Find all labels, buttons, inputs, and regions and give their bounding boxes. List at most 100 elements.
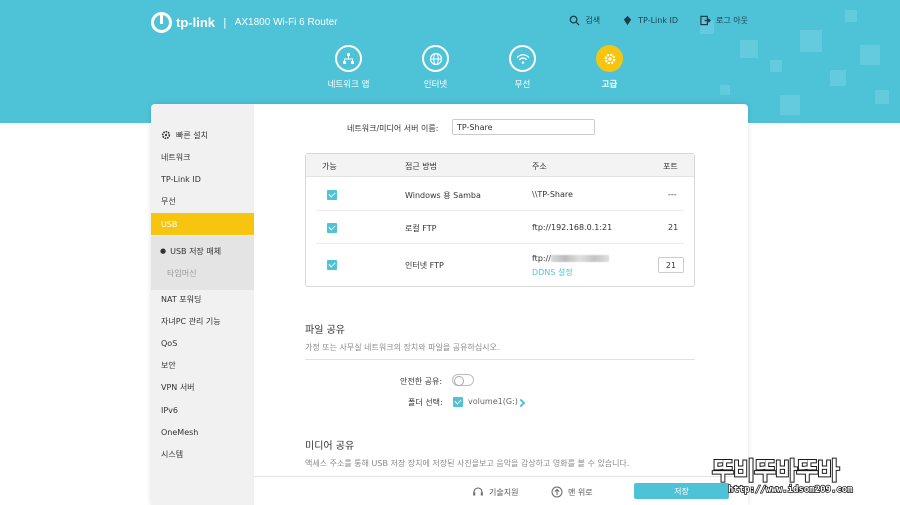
support-button[interactable]: 기술지원 [472, 486, 518, 498]
search-label: 검색 [585, 16, 601, 25]
sidebar-item-label: NAT 포워딩 [161, 294, 202, 304]
enable-checkbox[interactable] [327, 223, 337, 233]
globe-icon [422, 45, 449, 72]
access-address-row: ftp:// [532, 254, 609, 263]
tab-internet-label: 인터넷 [423, 80, 448, 90]
wifi-icon [509, 45, 536, 72]
sidebar-item-label: USB [161, 219, 178, 229]
sidebar-item-vpn-server[interactable]: VPN 서버 [151, 376, 254, 398]
table-row: 인터넷 FTP ftp:// DDNS 설정 21 [316, 244, 684, 284]
sidebar-item-usb[interactable]: USB [151, 213, 254, 235]
sidebar-item-label: IPv6 [161, 405, 179, 415]
brand-logo[interactable]: tp-link | AX1800 Wi-Fi 6 Router [151, 12, 338, 33]
sidebar-item-label: 보안 [161, 360, 176, 370]
sidebar-item-time-machine[interactable]: 타임머신 [151, 262, 254, 284]
sidebar: 빠른 설치 네트워크 TP-Link ID 무선 USB ● USB 저장 매체… [151, 104, 254, 505]
brand-separator: | [223, 16, 227, 29]
media-sharing-title: 미디어 공유 [305, 441, 355, 452]
access-address: ftp://192.168.0.1:21 [532, 223, 613, 232]
logout-button[interactable]: 로그 아웃 [700, 15, 748, 26]
sidebar-item-label: OneMesh [161, 427, 199, 437]
sidebar-item-label: 시스템 [161, 449, 184, 459]
tp-link-id-button[interactable]: TP-Link ID [622, 15, 678, 26]
column-header: 포트 [663, 162, 678, 171]
tab-network-map[interactable]: 네트워크 맵 [305, 45, 392, 90]
table-row: Windows 용 Samba \\TP-Share --- [316, 178, 684, 211]
sidebar-item-system[interactable]: 시스템 [151, 443, 254, 465]
enable-checkbox[interactable] [327, 190, 337, 200]
search-button[interactable]: 검색 [569, 15, 600, 26]
server-name-input[interactable]: TP-Share [452, 119, 595, 135]
folder-checkbox[interactable] [453, 397, 463, 407]
sidebar-item-wireless[interactable]: 무선 [151, 190, 254, 212]
table-header: 가능 접근 방법 주소 포트 [306, 154, 694, 177]
router-model: AX1800 Wi-Fi 6 Router [234, 17, 338, 28]
secure-sharing-label: 안전한 공유: [400, 377, 443, 386]
sidebar-item-security[interactable]: 보안 [151, 354, 254, 376]
sidebar-item-label: USB 저장 매체 [170, 246, 222, 256]
main-panel: 빠른 설치 네트워크 TP-Link ID 무선 USB ● USB 저장 매체… [151, 104, 748, 505]
access-table: 가능 접근 방법 주소 포트 Windows 용 Samba \\TP-Shar… [305, 153, 695, 287]
sidebar-item-label: TP-Link ID [161, 174, 201, 184]
file-sharing-desc: 가정 또는 사무실 네트워크의 장치와 파일을 공유하십시오. [305, 342, 695, 360]
tab-internet[interactable]: 인터넷 [392, 45, 479, 90]
redacted-address [550, 255, 609, 262]
tab-network-map-label: 네트워크 맵 [327, 80, 370, 90]
sidebar-item-onemesh[interactable]: OneMesh [151, 421, 254, 443]
media-sharing-desc: 액세스 주소를 통해 USB 저장 장치에 저장된 사진을보고 음악을 감상하고… [305, 459, 630, 468]
tab-advanced[interactable]: 고급 [566, 45, 653, 90]
enable-checkbox[interactable] [327, 260, 337, 270]
watermark: 뚜비뚜바뚜바 http://www.idsom209.com [711, 451, 900, 505]
access-method: 로컬 FTP [405, 224, 437, 233]
sidebar-item-label: 빠른 설치 [176, 130, 208, 140]
support-label: 기술지원 [489, 487, 519, 497]
sidebar-item-label: 자녀PC 관리 기능 [161, 316, 221, 326]
sidebar-item-ipv6[interactable]: IPv6 [151, 399, 254, 421]
sidebar-item-label: 네트워크 [161, 152, 191, 162]
folder-chevron-right-icon[interactable] [516, 398, 526, 408]
sidebar-item-tp-link-id[interactable]: TP-Link ID [151, 168, 254, 190]
sidebar-item-usb-storage[interactable]: ● USB 저장 매체 [151, 240, 254, 262]
access-method: 인터넷 FTP [405, 261, 444, 270]
internet-ftp-port-input[interactable]: 21 [658, 257, 684, 273]
sidebar-item-label: VPN 서버 [161, 382, 195, 392]
headset-icon [473, 487, 483, 496]
sidebar-item-parental-controls[interactable]: 자녀PC 관리 기능 [151, 310, 254, 332]
access-port: 21 [668, 223, 679, 232]
table-row: 로컬 FTP ftp://192.168.0.1:21 21 [316, 211, 684, 244]
network-map-icon [335, 45, 362, 72]
brand-name: tp-link [176, 15, 215, 30]
gear-icon [596, 45, 623, 72]
secure-sharing-toggle[interactable] [452, 374, 474, 386]
access-method: Windows 용 Samba [405, 191, 481, 200]
folder-select-label: 폴더 선택: [408, 398, 443, 407]
sidebar-item-label: QoS [161, 338, 178, 348]
access-port: --- [668, 190, 677, 199]
sidebar-item-qos[interactable]: QoS [151, 332, 254, 354]
column-header: 주소 [532, 162, 547, 171]
ddns-settings-link[interactable]: DDNS 설정 [532, 267, 573, 278]
sidebar-item-label: 무선 [161, 196, 176, 206]
folder-value: volume1(G:) [468, 397, 518, 406]
logout-label: 로그 아웃 [716, 16, 748, 25]
sidebar-item-label: 타임머신 [167, 268, 197, 278]
tp-link-logo-icon [151, 12, 172, 33]
user-id-icon [623, 15, 632, 26]
column-header: 가능 [322, 162, 337, 171]
main-nav: 네트워크 맵 인터넷 무선 고급 [305, 45, 653, 90]
file-sharing-title: 파일 공유 [305, 325, 345, 336]
active-bullet-icon: ● [160, 247, 167, 255]
top-actions: 검색 TP-Link ID 로그 아웃 [569, 15, 748, 26]
tab-wireless[interactable]: 무선 [479, 45, 566, 90]
tp-link-id-label: TP-Link ID [638, 16, 679, 25]
sidebar-item-quick-setup[interactable]: 빠른 설치 [151, 124, 254, 146]
content-area: 네트워크/미디어 서버 이름: TP-Share 가능 접근 방법 주소 포트 … [254, 104, 748, 505]
sidebar-item-nat-forwarding[interactable]: NAT 포워딩 [151, 288, 254, 310]
sidebar-item-network[interactable]: 네트워크 [151, 146, 254, 168]
watermark-url: http://www.idsom209.com [727, 484, 853, 496]
back-to-top-button[interactable]: 맨 위로 [551, 486, 593, 498]
search-icon [570, 15, 580, 26]
back-to-top-label: 맨 위로 [568, 487, 593, 497]
tab-wireless-label: 무선 [514, 80, 531, 90]
footer-bar: 기술지원 맨 위로 저장 [254, 476, 748, 505]
